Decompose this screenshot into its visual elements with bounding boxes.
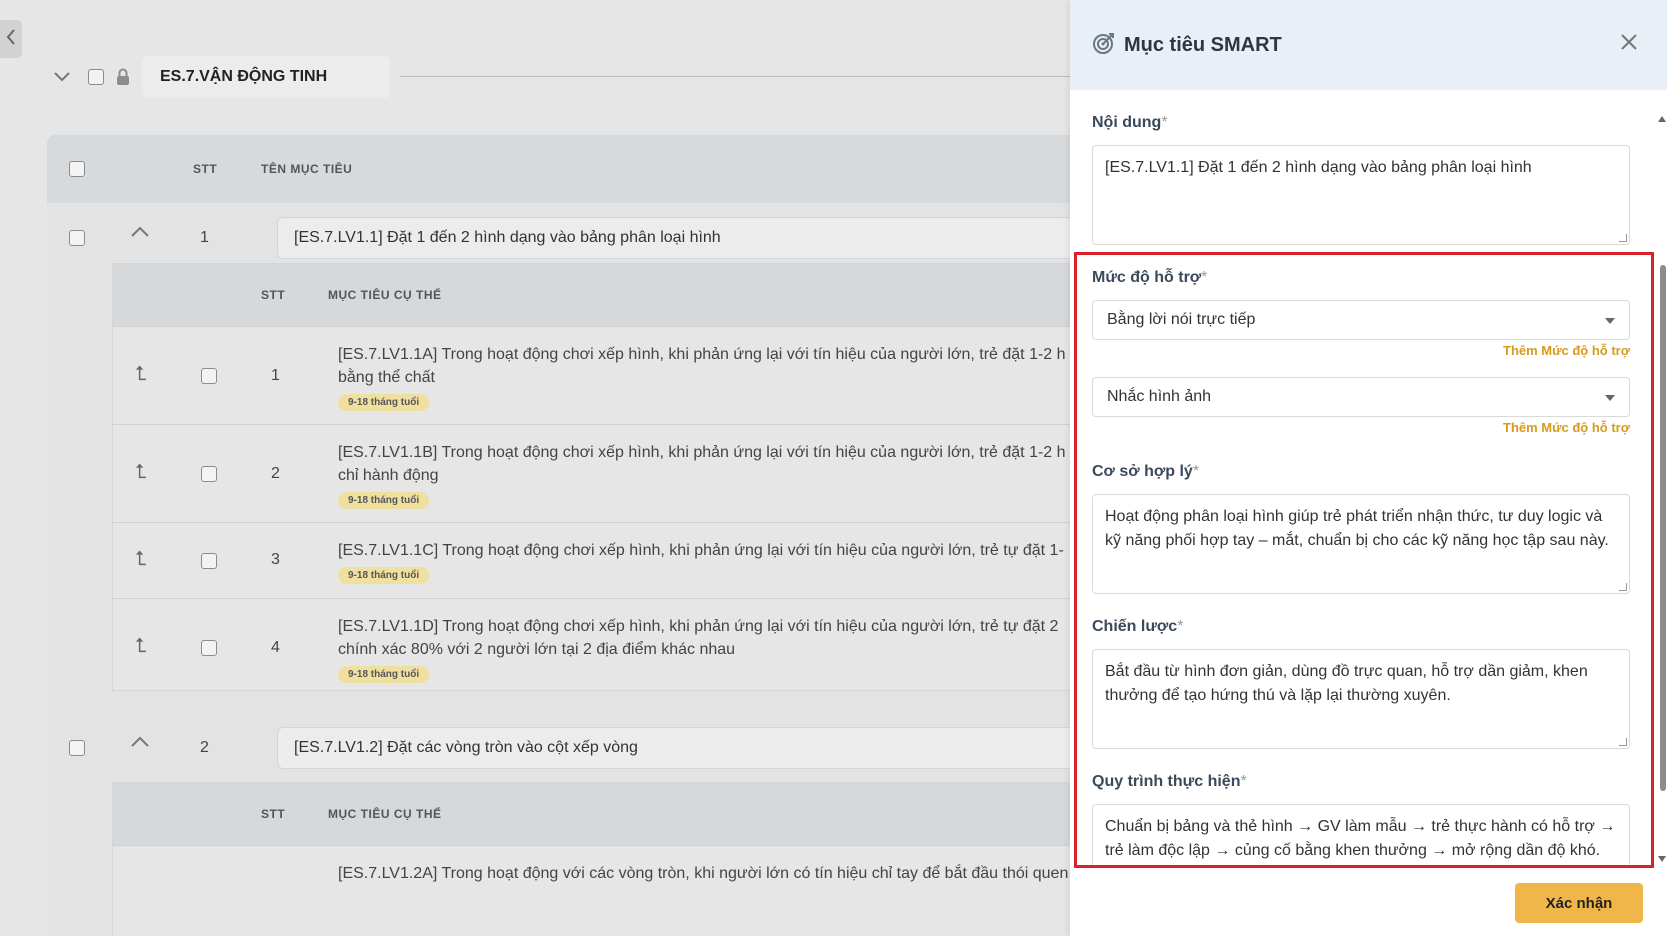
goal-name-input[interactable]: [ES.7.LV1.2] Đặt các vòng tròn vào cột x… <box>277 727 1070 769</box>
section-checkbox[interactable] <box>88 69 104 85</box>
select-all-checkbox[interactable] <box>69 161 85 177</box>
sub-goal-text: [ES.7.LV1.1C] Trong hoạt động chơi xếp h… <box>338 542 1064 559</box>
goal-list-page: ES.7.VẬN ĐỘNG TINH STT TÊN MỤC TIÊU 1 [E… <box>0 0 1070 936</box>
strategy-value: Bắt đầu từ hình đơn giản, dùng đồ trực q… <box>1105 663 1588 704</box>
sub-goal-row: ⮤ 4 [ES.7.LV1.1D] Trong hoạt động chơi x… <box>113 598 1070 696</box>
section-divider <box>400 76 1070 77</box>
scrollbar-thumb[interactable] <box>1660 265 1666 791</box>
goal-number: 1 <box>200 229 209 246</box>
table-header: STT TÊN MỤC TIÊU <box>47 135 1070 203</box>
sub-table-header: STT MỤC TIÊU CỤ THỂ <box>113 264 1070 326</box>
sub-goal-number: 2 <box>271 465 280 482</box>
sub-goal-text-cont: chính xác 80% với 2 người lớn tại 2 địa … <box>338 641 736 658</box>
sub-goal-number: 3 <box>271 551 280 568</box>
close-icon[interactable] <box>1617 30 1641 54</box>
dropdown-caret-icon <box>1605 395 1615 401</box>
sub-goal-checkbox[interactable] <box>201 368 217 384</box>
col-stt: STT <box>193 162 218 176</box>
strategy-label: Chiến lược* <box>1092 618 1184 635</box>
content-value: [ES.7.LV1.1] Đặt 1 đến 2 hình dạng vào b… <box>1105 159 1532 176</box>
age-badge: 9-18 tháng tuổi <box>338 666 430 683</box>
section-title: ES.7.VẬN ĐỘNG TINH <box>142 56 390 98</box>
age-badge: 9-18 tháng tuổi <box>338 394 430 411</box>
goals-table: STT TÊN MỤC TIÊU 1 [ES.7.LV1.1] Đặt 1 đế… <box>47 135 1070 936</box>
support-level-select-2[interactable]: Nhắc hình ảnh <box>1092 377 1630 417</box>
scroll-down-arrow[interactable] <box>1658 856 1666 862</box>
process-value: Chuẩn bị bảng và thẻ hình → GV làm mẫu →… <box>1105 818 1616 859</box>
goal-name-input[interactable]: [ES.7.LV1.1] Đặt 1 đến 2 hình dạng vào b… <box>277 217 1070 259</box>
col-goal-name: TÊN MỤC TIÊU <box>261 162 353 176</box>
chevron-down-icon[interactable] <box>50 65 74 89</box>
smart-goal-drawer: Mục tiêu SMART Nội dung* [ES.7.LV1.1] Đặ… <box>1070 0 1667 936</box>
scroll-up-arrow[interactable] <box>1658 116 1666 122</box>
sub-col-stt: STT <box>261 288 286 302</box>
sub-col-stt: STT <box>261 807 286 821</box>
process-textarea[interactable]: Chuẩn bị bảng và thẻ hình → GV làm mẫu →… <box>1092 804 1630 868</box>
sub-col-name: MỤC TIÊU CỤ THỂ <box>328 288 442 302</box>
age-badge: 9-18 tháng tuổi <box>338 492 430 509</box>
add-support-level-link[interactable]: Thêm Mức độ hỗ trợ <box>1503 420 1630 435</box>
lock-icon <box>116 68 130 86</box>
confirm-button[interactable]: Xác nhận <box>1515 883 1643 923</box>
sub-goal-text-cont: chỉ hành động <box>338 467 439 484</box>
return-arrow-icon[interactable]: ⮤ <box>135 363 147 386</box>
process-label: Quy trình thực hiện* <box>1092 773 1247 790</box>
sub-goal-table: STT MỤC TIÊU CỤ THỂ [ES.7.LV1.2A] Trong … <box>112 782 1070 936</box>
chevron-left-icon <box>6 28 16 50</box>
goal-checkbox[interactable] <box>69 740 85 756</box>
goal-checkbox[interactable] <box>69 230 85 246</box>
drawer-body: Nội dung* [ES.7.LV1.1] Đặt 1 đến 2 hình … <box>1070 90 1667 868</box>
chevron-up-icon[interactable] <box>131 225 149 243</box>
age-badge: 9-18 tháng tuổi <box>338 567 430 584</box>
sub-goal-number: 4 <box>271 639 280 656</box>
sub-table-header: STT MỤC TIÊU CỤ THỂ <box>113 783 1070 845</box>
content-label: Nội dung* <box>1092 114 1168 131</box>
sub-goal-checkbox[interactable] <box>201 640 217 656</box>
sub-goal-text: [ES.7.LV1.2A] Trong hoạt động với các vò… <box>338 865 1069 882</box>
content-textarea[interactable]: [ES.7.LV1.1] Đặt 1 đến 2 hình dạng vào b… <box>1092 145 1630 245</box>
collapse-panel-button[interactable] <box>0 20 22 58</box>
rationale-value: Hoạt động phân loại hình giúp trẻ phát t… <box>1105 508 1609 549</box>
dropdown-caret-icon <box>1605 318 1615 324</box>
support-level-value-1: Bằng lời nói trực tiếp <box>1107 311 1256 328</box>
return-arrow-icon[interactable]: ⮤ <box>135 548 147 571</box>
target-icon <box>1092 31 1116 60</box>
support-level-value-2: Nhắc hình ảnh <box>1107 388 1212 405</box>
return-arrow-icon[interactable]: ⮤ <box>135 461 147 484</box>
sub-goal-row: ⮤ 3 [ES.7.LV1.1C] Trong hoạt động chơi x… <box>113 522 1070 598</box>
sub-goal-checkbox[interactable] <box>201 466 217 482</box>
goal-number: 2 <box>200 739 209 756</box>
sub-goal-checkbox[interactable] <box>201 553 217 569</box>
sub-goal-table: STT MỤC TIÊU CỤ THỂ ⮤ 1 [ES.7.LV1.1A] Tr… <box>112 263 1070 691</box>
drawer-header: Mục tiêu SMART <box>1070 0 1667 90</box>
rationale-textarea[interactable]: Hoạt động phân loại hình giúp trẻ phát t… <box>1092 494 1630 594</box>
chevron-up-icon[interactable] <box>131 735 149 753</box>
sub-goal-text: [ES.7.LV1.1B] Trong hoạt động chơi xếp h… <box>338 444 1066 461</box>
sub-goal-row: ⮤ 1 [ES.7.LV1.1A] Trong hoạt động chơi x… <box>113 326 1070 424</box>
sub-goal-text: [ES.7.LV1.1A] Trong hoạt động chơi xếp h… <box>338 346 1066 363</box>
support-level-label: Mức độ hỗ trợ* <box>1092 269 1208 286</box>
drawer-title: Mục tiêu SMART <box>1124 33 1282 56</box>
sub-goal-text-cont: bằng thể chất <box>338 369 435 386</box>
add-support-level-link[interactable]: Thêm Mức độ hỗ trợ <box>1503 343 1630 358</box>
sub-goal-number: 1 <box>271 367 280 384</box>
rationale-label: Cơ sở hợp lý* <box>1092 463 1200 480</box>
sub-goal-row: [ES.7.LV1.2A] Trong hoạt động với các vò… <box>113 845 1070 935</box>
sub-goal-row: ⮤ 2 [ES.7.LV1.1B] Trong hoạt động chơi x… <box>113 424 1070 522</box>
return-arrow-icon[interactable]: ⮤ <box>135 635 147 658</box>
support-level-select-1[interactable]: Bằng lời nói trực tiếp <box>1092 300 1630 340</box>
strategy-textarea[interactable]: Bắt đầu từ hình đơn giản, dùng đồ trực q… <box>1092 649 1630 749</box>
sub-col-name: MỤC TIÊU CỤ THỂ <box>328 807 442 821</box>
sub-goal-text: [ES.7.LV1.1D] Trong hoạt động chơi xếp h… <box>338 618 1059 635</box>
goal-row: 2 [ES.7.LV1.2] Đặt các vòng tròn vào cột… <box>47 713 1070 783</box>
section-header: ES.7.VẬN ĐỘNG TINH <box>50 56 390 98</box>
